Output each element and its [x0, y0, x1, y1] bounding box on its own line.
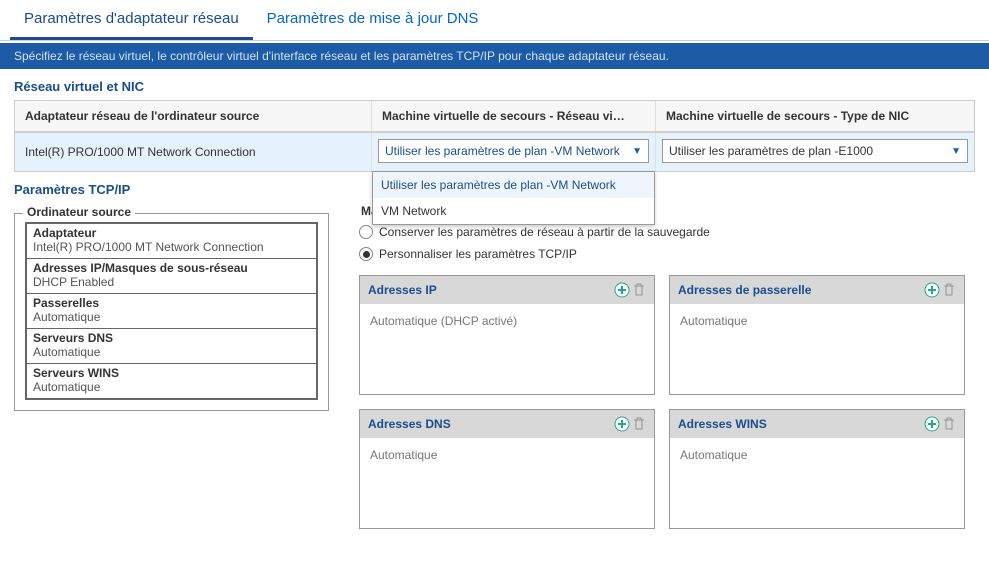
radio-keep-settings[interactable]: Conserver les paramètres de réseau à par…: [359, 223, 965, 245]
dropdown-item-vmnetwork[interactable]: VM Network: [373, 198, 654, 224]
chevron-down-icon: ▼: [632, 146, 642, 157]
delete-icon[interactable]: [942, 417, 956, 431]
subtitle-bar: Spécifiez le réseau virtuel, le contrôle…: [0, 43, 989, 69]
th-adapter: Adaptateur réseau de l'ordinateur source: [15, 101, 372, 131]
cell-vnet: Utiliser les paramètres de plan -VM Netw…: [372, 133, 656, 171]
tabs: Paramètres d'adaptateur réseau Paramètre…: [0, 0, 989, 41]
card-body: Automatique: [670, 438, 964, 528]
section-title-network: Réseau virtuel et NIC: [0, 69, 989, 100]
tab-network-adapter[interactable]: Paramètres d'adaptateur réseau: [10, 0, 253, 40]
source-fieldset: Ordinateur source Adaptateur Intel(R) PR…: [14, 213, 329, 411]
add-icon[interactable]: [924, 416, 940, 432]
src-row-gateways: Passerelles Automatique: [27, 294, 316, 329]
card-title: Adresses de passerelle: [678, 283, 811, 297]
add-icon[interactable]: [614, 282, 630, 298]
card-title: Adresses DNS: [368, 417, 451, 431]
card-body: Automatique: [360, 438, 654, 528]
src-row-wins: Serveurs WINS Automatique: [27, 364, 316, 398]
th-nic: Machine virtuelle de secours - Type de N…: [656, 101, 974, 131]
card-dns: Adresses DNS Automatique: [359, 409, 655, 529]
dropdown-item-plan[interactable]: Utiliser les paramètres de plan -VM Netw…: [373, 172, 654, 198]
chevron-down-icon: ▼: [951, 146, 961, 157]
src-row-dns: Serveurs DNS Automatique: [27, 329, 316, 364]
card-body: Automatique: [670, 304, 964, 394]
delete-icon[interactable]: [632, 417, 646, 431]
tab-dns-update[interactable]: Paramètres de mise à jour DNS: [253, 0, 493, 40]
vnet-selected-label: Utiliser les paramètres de plan -VM Netw…: [385, 144, 620, 158]
delete-icon[interactable]: [632, 283, 646, 297]
radio-icon: [359, 225, 373, 239]
source-legend: Ordinateur source: [23, 205, 135, 219]
vm-fieldset: Machine virtuelle de secours Conserver l…: [349, 213, 975, 539]
card-ip: Adresses IP Automatique (DHCP activé): [359, 275, 655, 395]
adapter-table: Adaptateur réseau de l'ordinateur source…: [14, 100, 975, 172]
table-row[interactable]: Intel(R) PRO/1000 MT Network Connection …: [15, 132, 974, 171]
cell-nic: Utiliser les paramètres de plan -E1000 ▼: [656, 133, 974, 171]
radio-customize[interactable]: Personnaliser les paramètres TCP/IP: [359, 245, 965, 267]
card-title: Adresses IP: [368, 283, 437, 297]
cards-grid: Adresses IP Automatique (DHCP activé) Ad…: [359, 275, 965, 529]
add-icon[interactable]: [924, 282, 940, 298]
nic-selected-label: Utiliser les paramètres de plan -E1000: [669, 144, 873, 158]
card-title: Adresses WINS: [678, 417, 767, 431]
src-row-adapter: Adaptateur Intel(R) PRO/1000 MT Network …: [27, 224, 316, 259]
delete-icon[interactable]: [942, 283, 956, 297]
nic-select[interactable]: Utiliser les paramètres de plan -E1000 ▼: [662, 139, 968, 163]
add-icon[interactable]: [614, 416, 630, 432]
radio-icon: [359, 247, 373, 261]
vnet-select[interactable]: Utiliser les paramètres de plan -VM Netw…: [378, 139, 649, 163]
card-wins: Adresses WINS Automatique: [669, 409, 965, 529]
th-vnet: Machine virtuelle de secours - Réseau vi…: [372, 101, 656, 131]
cell-adapter: Intel(R) PRO/1000 MT Network Connection: [15, 133, 372, 171]
card-gateway: Adresses de passerelle Automatique: [669, 275, 965, 395]
card-body: Automatique (DHCP activé): [360, 304, 654, 394]
vnet-dropdown: Utiliser les paramètres de plan -VM Netw…: [372, 171, 655, 225]
source-table: Adaptateur Intel(R) PRO/1000 MT Network …: [25, 222, 318, 400]
src-row-ipmask: Adresses IP/Masques de sous-réseau DHCP …: [27, 259, 316, 294]
